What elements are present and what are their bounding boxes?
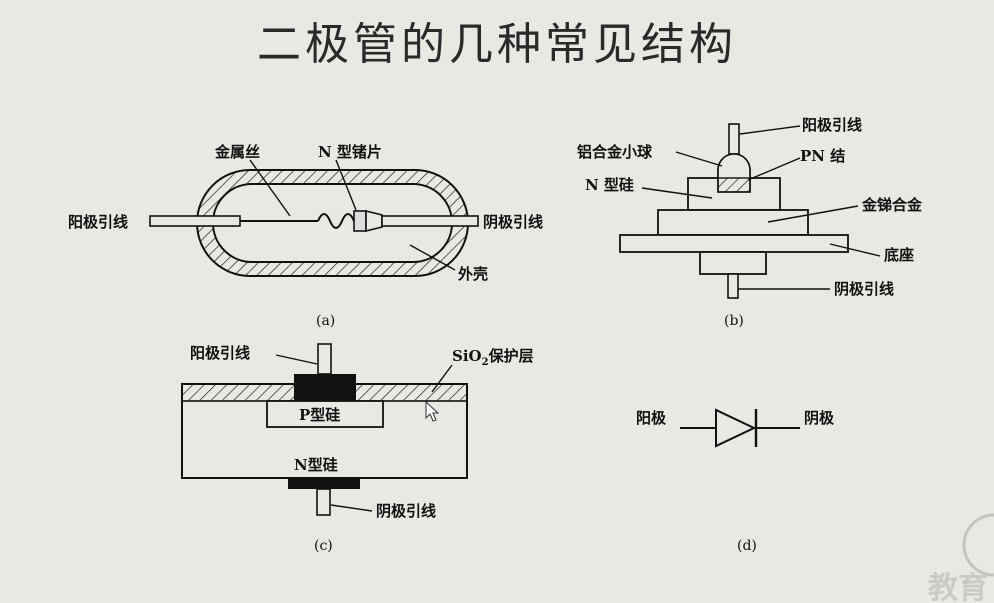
diagram-a-point-contact: 金属丝 N 型锗片 阳极引线 阴极引线 外壳 (a) (68, 143, 543, 329)
leader (330, 504, 373, 512)
label-p-silicon: P型硅 (299, 406, 340, 424)
label-al-ball: 铝合金小球 (577, 143, 653, 161)
label-anode-lead-a: 阳极引线 (68, 213, 128, 231)
diagram-b-pn-junction-front (717, 177, 751, 193)
caption-c: (c) (314, 538, 333, 554)
leader (275, 354, 318, 365)
label-cathode: 阴极 (804, 409, 835, 427)
label-shell: 外壳 (457, 265, 488, 283)
diagram-c-planar: 阳极引线 SiO2保护层 P型硅 N型硅 阴极引线 (c) (181, 343, 534, 554)
diagram-a-cathode-lead (381, 215, 479, 227)
label-au-sb-alloy: 金锑合金 (861, 196, 923, 214)
label-n-silicon-c: N型硅 (294, 456, 338, 474)
label-pn-junction: PN 结 (800, 147, 845, 165)
diagram-a-cathode-cone (365, 209, 383, 233)
diagram-b-stem (699, 251, 767, 275)
caption-d: (d) (737, 538, 757, 554)
caption-b: (b) (724, 313, 744, 329)
label-n-silicon-b: N 型硅 (585, 176, 634, 194)
diode-symbol-triangle (715, 408, 757, 448)
label-n-germanium: N 型锗片 (318, 143, 382, 161)
diagram-b-cathode-lead (727, 273, 739, 299)
diagram-c-anode-contact (294, 374, 356, 401)
label-sio2-layer: SiO2保护层 (452, 347, 534, 368)
caption-a: (a) (316, 313, 335, 329)
diagram-c-anode-lead (317, 343, 332, 375)
watermark-logo: 教育 (928, 571, 988, 603)
label-metal-wire: 金属丝 (214, 143, 260, 161)
diagrams-canvas: 金属丝 N 型锗片 阳极引线 阴极引线 外壳 (a) 阳极引线 铝合金小球 PN… (68, 116, 994, 603)
leader (675, 151, 723, 167)
diagram-b-alloy-junction: 阳极引线 铝合金小球 PN 结 N 型硅 金锑合金 底座 阴极引线 (b) (577, 116, 923, 329)
diagram-a-anode-lead (149, 215, 241, 227)
diagram-b-au-sb-alloy (657, 209, 809, 236)
leader (747, 157, 801, 181)
label-cathode-lead-a: 阴极引线 (483, 213, 543, 231)
watermark-seal (962, 513, 994, 577)
leader (739, 125, 801, 135)
label-anode: 阳极 (636, 409, 667, 427)
diagram-a-n-germanium-chip (353, 210, 367, 232)
diagram-d-symbol: 阳极 阴极 (d) (636, 408, 835, 554)
label-cathode-lead-b: 阴极引线 (834, 280, 894, 298)
label-cathode-lead-c: 阴极引线 (376, 502, 436, 520)
diagram-c-cathode-contact (288, 478, 360, 489)
slide: 二极管的几种常见结构 金属丝 N 型锗片 阳极引线 阴极引线 外壳 (a) 阳极… (0, 0, 994, 603)
diagram-b-anode-lead (728, 123, 740, 155)
diagram-c-cathode-lead (316, 488, 331, 516)
label-anode-lead-c: 阳极引线 (190, 344, 250, 362)
label-base: 底座 (884, 246, 914, 264)
label-anode-lead-b: 阳极引线 (802, 116, 862, 134)
diagram-b-base (619, 234, 849, 253)
